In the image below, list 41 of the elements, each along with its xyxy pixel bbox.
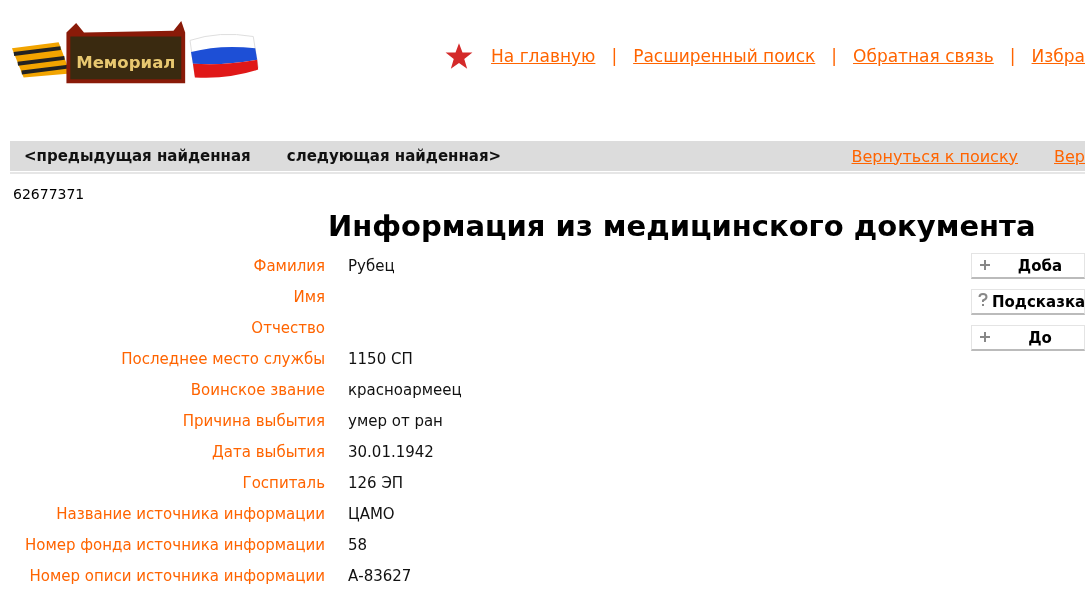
field-label: Воинское звание	[189, 380, 325, 401]
plus-icon	[979, 331, 991, 343]
next-result-link[interactable]: следующая найденная>	[286, 147, 502, 165]
separator: |	[1009, 46, 1016, 66]
field-value: 126 ЭП	[348, 473, 404, 494]
toolbar-link[interactable]: Вер	[1054, 146, 1085, 166]
toolbar-link[interactable]: Вернуться к поиску	[851, 146, 1018, 166]
nav-link[interactable]: Обратная связь	[853, 46, 994, 66]
field-label: Фамилия	[252, 256, 325, 277]
question-mark-icon	[978, 293, 988, 307]
field-label: Последнее место службы	[120, 349, 325, 370]
add-button[interactable]: Доба	[971, 253, 1085, 279]
nav-link[interactable]: На главную	[491, 46, 596, 66]
star-icon	[445, 42, 474, 70]
field-value: умер от ран	[348, 411, 443, 432]
field-label: Отчество	[250, 318, 325, 339]
memorial-logo-drawing: Мемориал	[10, 18, 262, 92]
field-label: Имя	[292, 287, 325, 308]
field-label: Номер описи источника информации	[28, 566, 325, 587]
add-button[interactable]: До	[971, 325, 1085, 351]
field-value: А-83627	[348, 566, 412, 587]
field-value: 30.01.1942	[348, 442, 434, 463]
field-value: ЦАМО	[348, 504, 395, 525]
plus-icon	[979, 259, 991, 271]
field-label: Номер фонда источника информации	[23, 535, 325, 556]
hint-button[interactable]: Подсказка	[971, 289, 1085, 315]
page-title: Информация из медицинского документа	[328, 209, 1036, 243]
field-label: Причина выбытия	[181, 411, 325, 432]
nav-link[interactable]: Избра	[1031, 46, 1085, 66]
field-label: Госпиталь	[241, 473, 325, 494]
nav-link[interactable]: Расширенный поиск	[633, 46, 816, 66]
record-id: 62677371	[13, 186, 85, 202]
field-value: 1150 СП	[348, 349, 413, 370]
field-value: 58	[348, 535, 368, 556]
field-value: красноармеец	[348, 380, 462, 401]
previous-result-link[interactable]: <предыдущая найденная	[24, 147, 251, 165]
separator: |	[611, 46, 618, 66]
field-label: Дата выбытия	[211, 442, 325, 463]
separator: |	[831, 46, 837, 66]
field-value: Рубец	[348, 256, 395, 277]
field-label: Название источника информации	[55, 504, 325, 525]
